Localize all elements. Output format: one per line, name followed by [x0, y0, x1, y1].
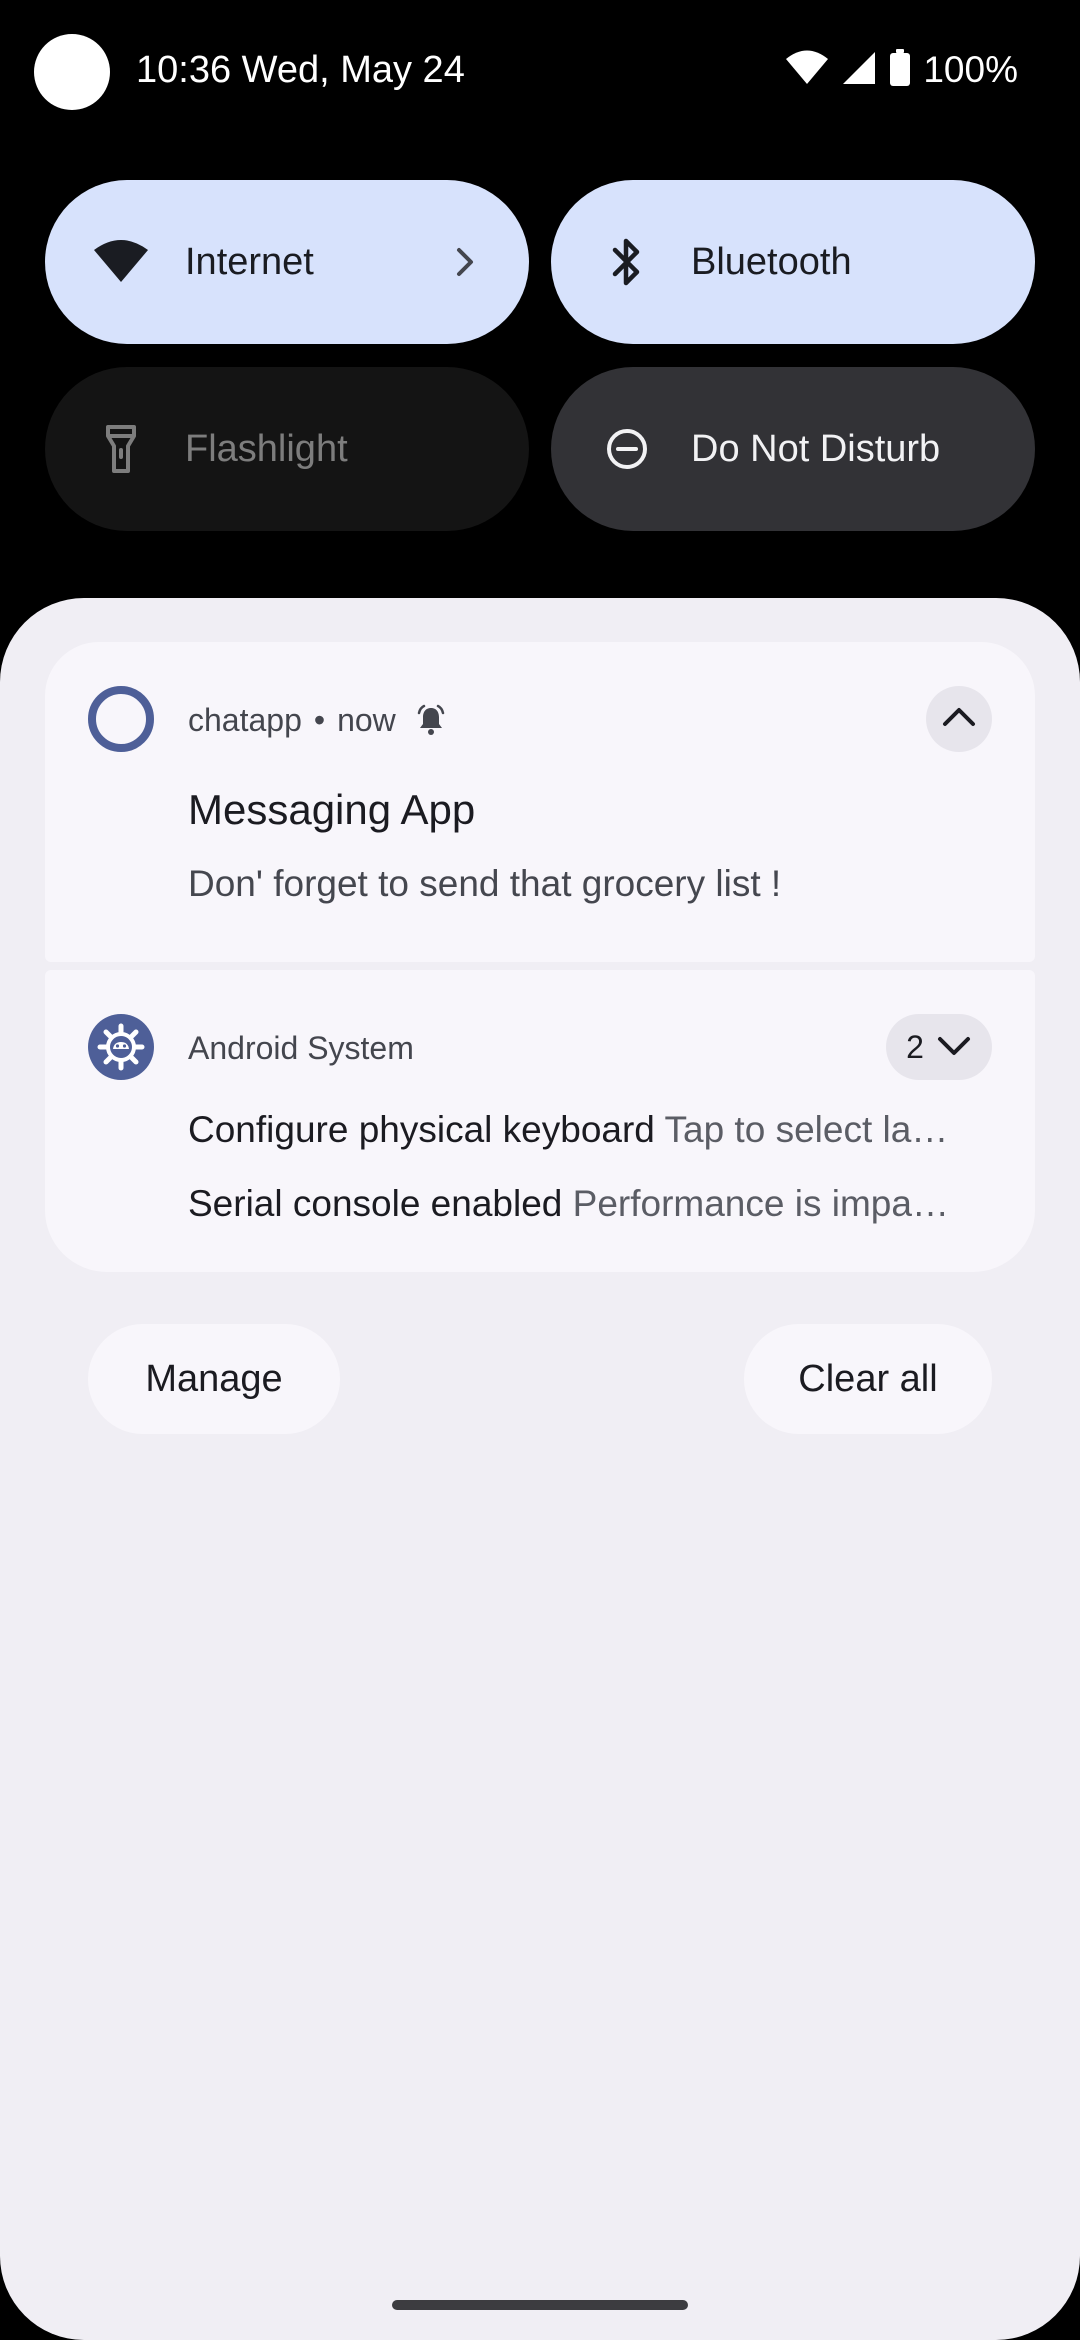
do-not-disturb-icon: [591, 413, 663, 485]
notification-item-text: Tap to select la…: [664, 1109, 949, 1150]
expand-group-button[interactable]: 2: [886, 1014, 992, 1080]
internet-tile[interactable]: Internet: [45, 180, 529, 344]
battery-icon: [889, 48, 911, 92]
status-icons: 100%: [785, 44, 1018, 96]
bluetooth-tile[interactable]: Bluetooth: [551, 180, 1035, 344]
header-separator: •: [313, 701, 326, 738]
ring-app-icon: [88, 686, 154, 752]
notification-time: now: [337, 701, 396, 738]
bluetooth-tile-label: Bluetooth: [691, 240, 852, 283]
do-not-disturb-tile[interactable]: Do Not Disturb: [551, 367, 1035, 531]
cell-signal-icon: [841, 50, 877, 91]
bluetooth-icon: [591, 226, 663, 298]
chevron-right-icon: [441, 238, 489, 286]
phone-screen: 10:36 Wed, May 24 100% Internet Bluetoot…: [0, 0, 1080, 2340]
wifi-icon: [785, 50, 829, 91]
notification-count: 2: [906, 1028, 924, 1065]
gear-icon: [88, 1014, 154, 1080]
battery-percent: 100%: [923, 49, 1018, 90]
clear-all-button[interactable]: Clear all: [744, 1324, 992, 1434]
chevron-down-icon: [936, 1029, 972, 1066]
flashlight-tile[interactable]: Flashlight: [45, 367, 529, 531]
home-indicator[interactable]: [392, 2300, 688, 2310]
notification-list-item[interactable]: Serial console enabled Performance is im…: [188, 1176, 978, 1232]
notification-list-item[interactable]: Configure physical keyboard Tap to selec…: [188, 1102, 978, 1158]
notification-text: Don' forget to send that grocery list !: [188, 863, 782, 904]
notification-app-name: chatapp: [188, 701, 302, 738]
camera-cutout: [34, 34, 110, 110]
status-bar: 10:36 Wed, May 24 100%: [0, 0, 1080, 140]
chevron-up-icon: [941, 705, 977, 734]
flashlight-icon: [85, 413, 157, 485]
collapse-notification-button[interactable]: [926, 686, 992, 752]
bell-icon: [416, 704, 446, 736]
wifi-icon: [85, 226, 157, 298]
chatapp-notification-header: chatapp • now: [188, 694, 446, 746]
internet-tile-label: Internet: [185, 240, 314, 283]
notification-item-text: Performance is impa…: [572, 1183, 949, 1224]
clock-date: 10:36 Wed, May 24: [136, 49, 465, 91]
notification-item-title: Serial console enabled: [188, 1183, 563, 1224]
manage-button[interactable]: Manage: [88, 1324, 340, 1434]
notification-title: Messaging App: [188, 786, 476, 833]
notification-item-title: Configure physical keyboard: [188, 1109, 655, 1150]
notification-app-name: Android System: [188, 1030, 414, 1066]
do-not-disturb-tile-label: Do Not Disturb: [691, 427, 941, 470]
flashlight-tile-label: Flashlight: [185, 427, 348, 470]
